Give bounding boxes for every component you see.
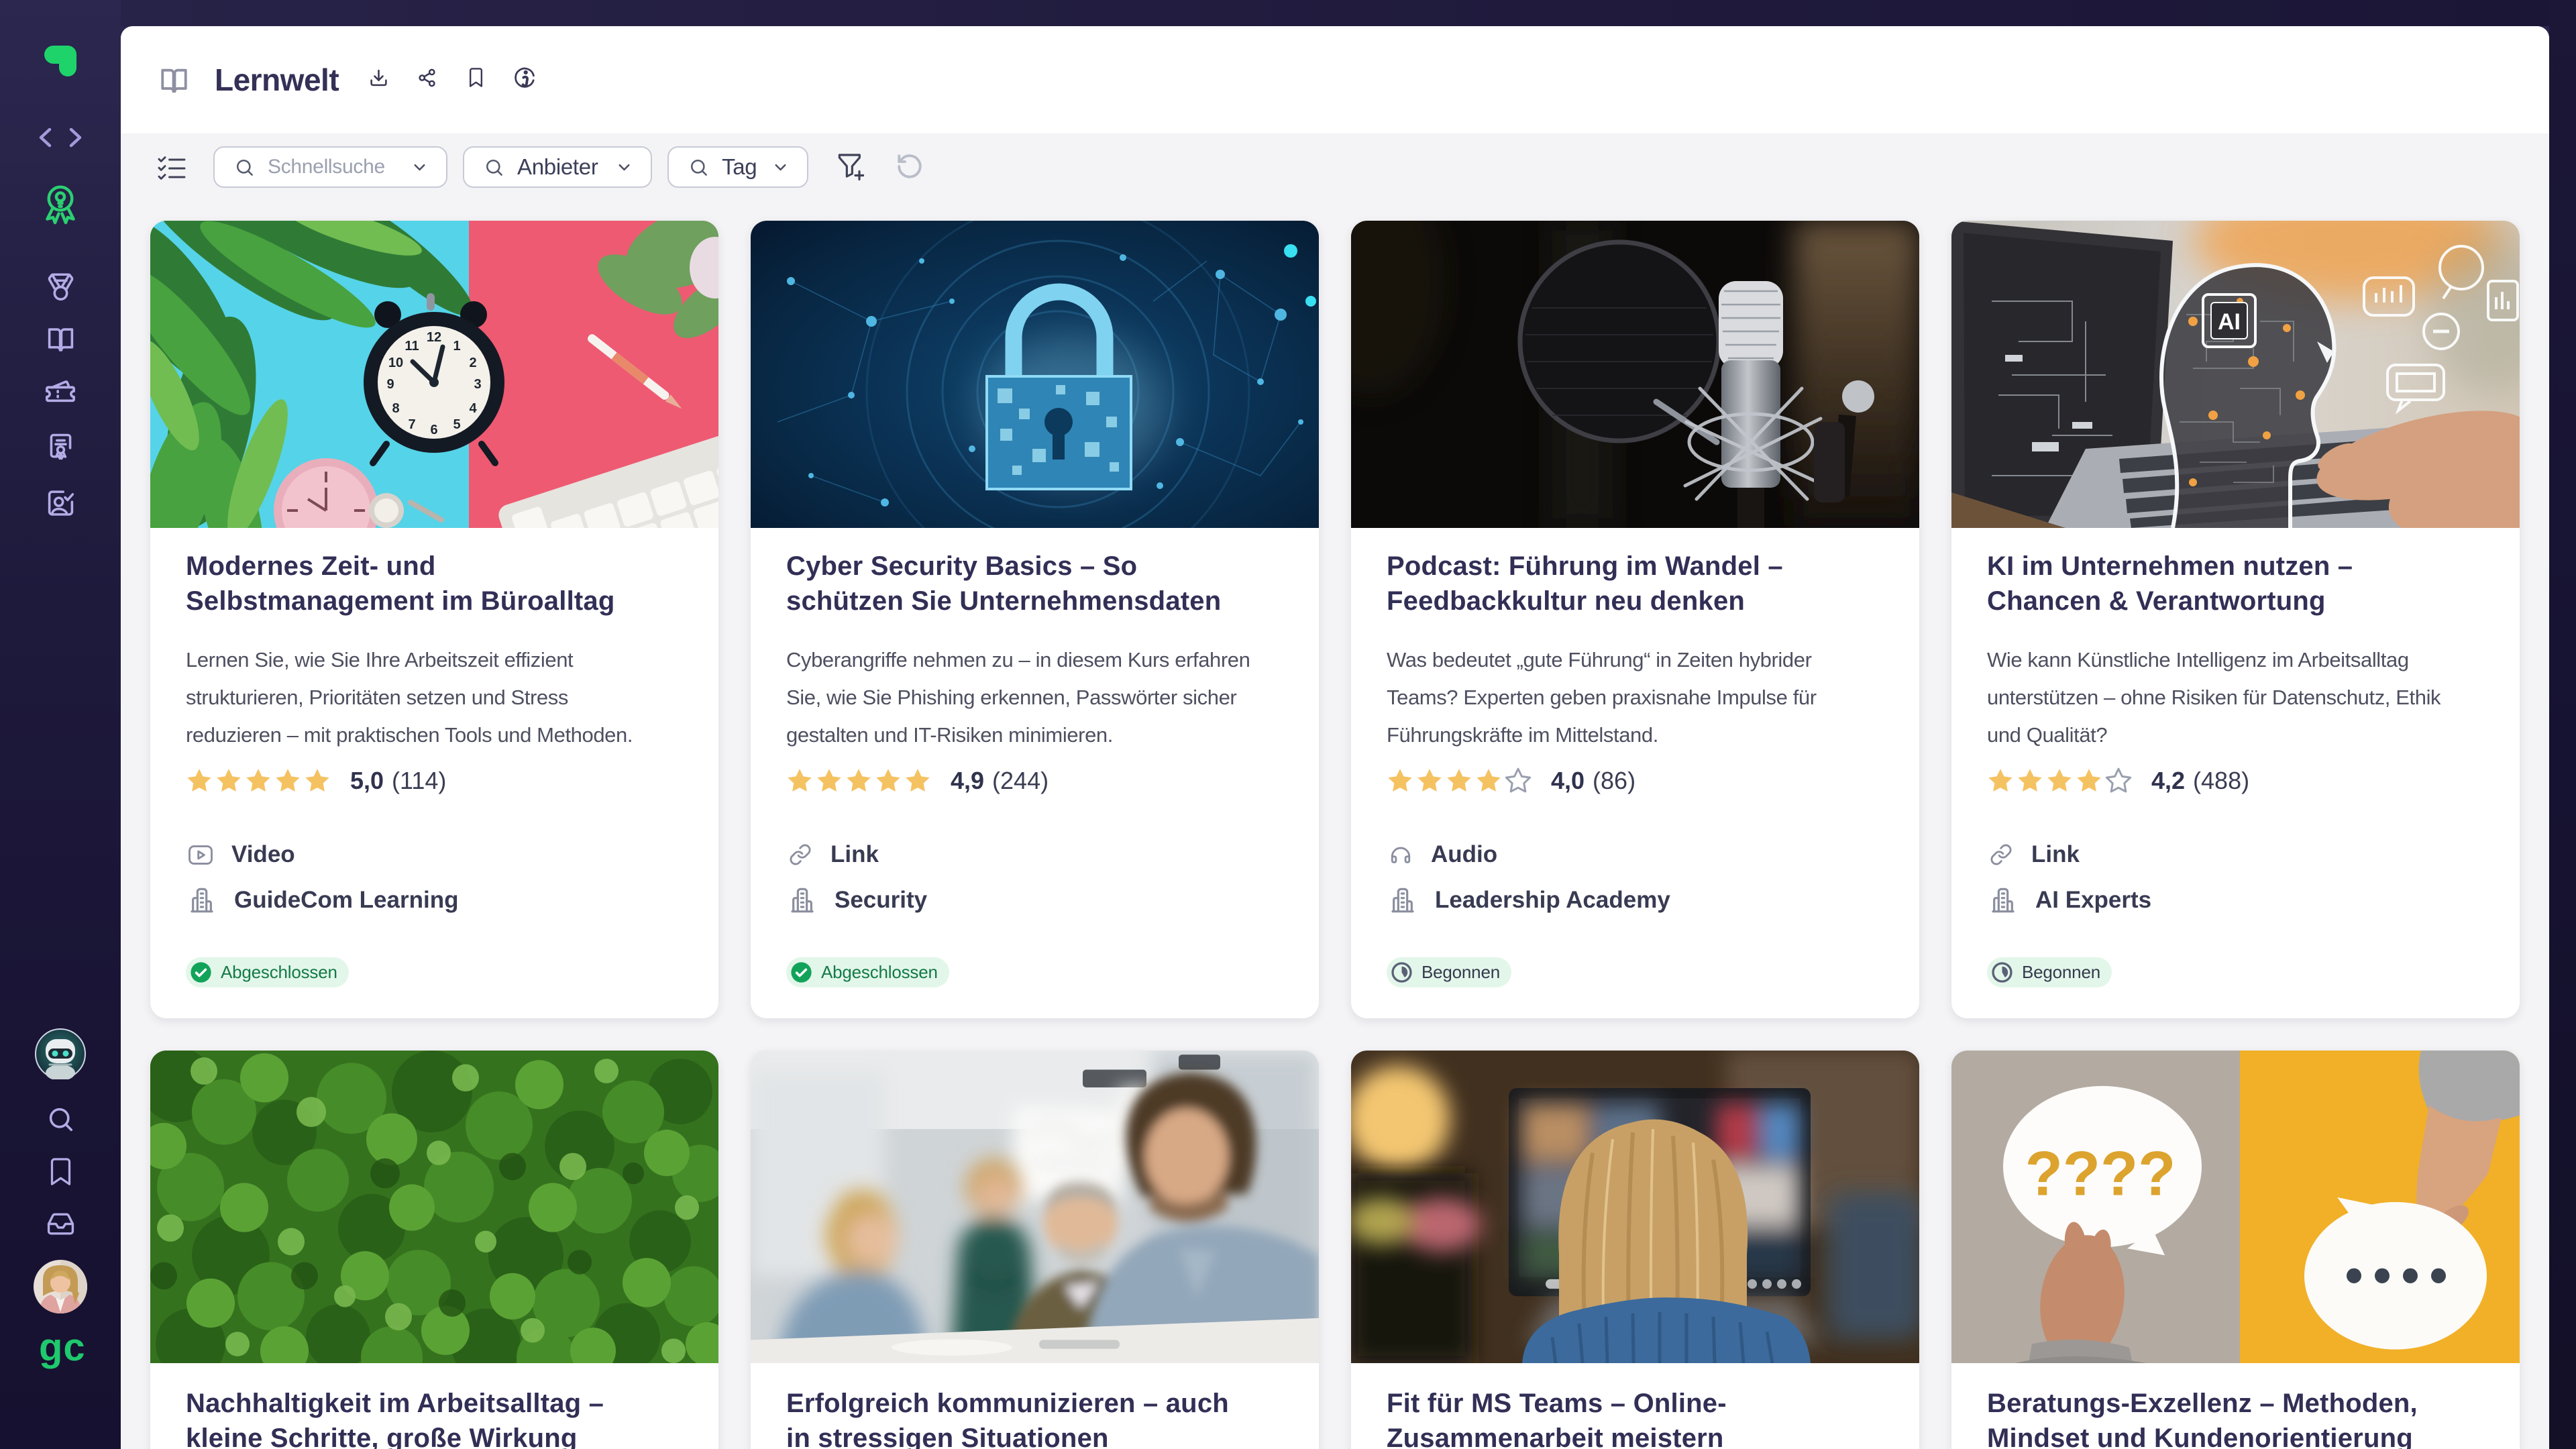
svg-text:4: 4: [469, 401, 477, 416]
svg-text:2: 2: [469, 356, 476, 370]
svg-text:10: 10: [388, 356, 403, 370]
svg-text:AI: AI: [2218, 309, 2241, 335]
svg-text:9: 9: [386, 377, 394, 392]
svg-text:11: 11: [405, 339, 419, 354]
svg-text:7: 7: [408, 417, 415, 432]
svg-text:????: ????: [2025, 1138, 2176, 1209]
svg-text:3: 3: [474, 377, 481, 392]
svg-text:6: 6: [430, 423, 437, 437]
svg-text:1: 1: [453, 339, 460, 354]
svg-text:12: 12: [427, 330, 441, 345]
svg-text:8: 8: [392, 401, 399, 416]
svg-text:5: 5: [453, 417, 460, 432]
